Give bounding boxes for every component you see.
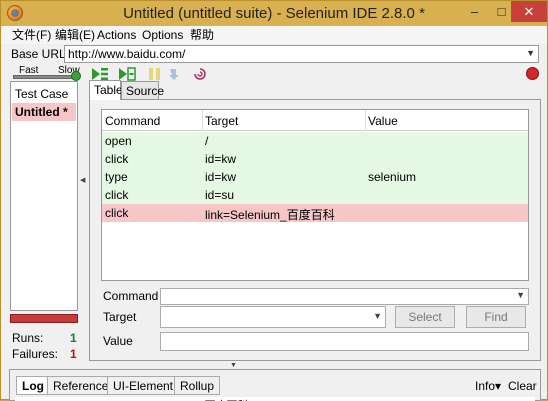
table-row[interactable]: click id=su	[102, 186, 528, 204]
column-header-value[interactable]: Value	[368, 114, 398, 128]
test-case-header: Test Case	[15, 87, 69, 101]
command-label: Command	[103, 289, 159, 303]
tab-rollup[interactable]: Rollup	[174, 376, 221, 395]
runs-value: 1	[70, 331, 77, 345]
menu-help[interactable]: 帮助	[190, 27, 214, 43]
find-button[interactable]: Find	[466, 306, 526, 328]
table-header: Command Target Value	[102, 110, 528, 131]
command-cell: type	[105, 170, 128, 184]
failures-value: 1	[70, 347, 77, 361]
target-cell: id=su	[205, 188, 235, 202]
target-cell: link=Selenium_百度百科	[205, 208, 335, 222]
collapse-bottom-icon[interactable]: ▼	[230, 362, 237, 369]
column-header-command[interactable]: Command	[105, 114, 160, 128]
menu-options[interactable]: Options	[142, 27, 183, 43]
chevron-down-icon[interactable]: ▼	[526, 48, 535, 58]
select-button[interactable]: Select	[395, 306, 455, 328]
value-cell: selenium	[368, 170, 417, 184]
minimize-button[interactable]: –	[461, 1, 488, 22]
command-cell: open	[105, 134, 132, 148]
table-row[interactable]: type id=kw selenium	[102, 168, 528, 186]
command-cell: click	[105, 206, 129, 220]
collapse-left-icon[interactable]: ◀	[80, 176, 85, 184]
failures-label: Failures:	[12, 347, 59, 361]
clear-log-button[interactable]: Clear	[508, 379, 537, 393]
base-url-label: Base URL	[11, 47, 66, 61]
run-progress-bar	[10, 314, 78, 323]
close-button[interactable]: ✕	[511, 1, 547, 22]
chevron-down-icon[interactable]: ▼	[516, 290, 525, 300]
rollup-icon[interactable]	[191, 67, 209, 81]
table-row[interactable]: click link=Selenium_百度百科	[102, 204, 528, 222]
command-table: Command Target Value open / click id=kw …	[101, 109, 529, 281]
base-url-input[interactable]: http://www.baidu.com/ ▼	[64, 45, 539, 63]
column-divider	[202, 110, 203, 131]
menu-edit[interactable]: 编辑(E)	[55, 27, 95, 43]
log-entry: [info] Executing: |click | link=Selenium…	[15, 397, 535, 401]
runs-label: Runs:	[12, 331, 44, 345]
target-label: Target	[103, 310, 137, 324]
tab-log[interactable]: Log	[16, 376, 50, 395]
value-label: Value	[103, 334, 133, 348]
command-cell: click	[105, 188, 129, 202]
base-url-value: http://www.baidu.com/	[68, 47, 186, 61]
tab-source[interactable]: Source	[121, 81, 164, 99]
record-icon[interactable]	[526, 67, 539, 80]
menu-file[interactable]: 文件(F)	[12, 27, 51, 43]
step-icon[interactable]	[166, 67, 184, 81]
pause-icon[interactable]	[146, 67, 164, 81]
speed-slider-track[interactable]	[13, 75, 80, 79]
target-field[interactable]: ▼	[160, 306, 386, 328]
target-cell: id=kw	[205, 170, 237, 184]
speed-slider-thumb[interactable]	[71, 71, 81, 81]
menu-actions[interactable]: Actions	[97, 27, 136, 43]
test-case-item[interactable]: Untitled *	[12, 103, 76, 121]
command-field[interactable]: ▼	[160, 288, 529, 305]
title-bar: Untitled (untitled suite) - Selenium IDE…	[1, 1, 547, 26]
value-field[interactable]	[160, 332, 529, 351]
column-header-target[interactable]: Target	[205, 114, 238, 128]
tab-ui-element[interactable]: UI-Element	[107, 376, 180, 395]
test-case-panel: Test Case Untitled *	[10, 81, 78, 311]
play-suite-icon[interactable]	[91, 67, 109, 81]
tab-reference[interactable]: Reference	[47, 376, 115, 395]
menu-bar: 文件(F) 编辑(E) Actions Options 帮助	[1, 26, 547, 44]
tab-table[interactable]: Table	[89, 80, 123, 100]
target-cell: id=kw	[205, 152, 237, 166]
log-level-dropdown[interactable]: Info▾	[475, 379, 501, 393]
table-row[interactable]: click id=kw	[102, 150, 528, 168]
table-row[interactable]: open /	[102, 132, 528, 150]
play-test-icon[interactable]	[118, 67, 136, 81]
column-divider	[365, 110, 366, 131]
chevron-down-icon[interactable]: ▼	[373, 311, 382, 321]
target-cell: /	[205, 134, 209, 148]
command-cell: click	[105, 152, 129, 166]
selenium-ide-window: Untitled (untitled suite) - Selenium IDE…	[0, 0, 548, 401]
